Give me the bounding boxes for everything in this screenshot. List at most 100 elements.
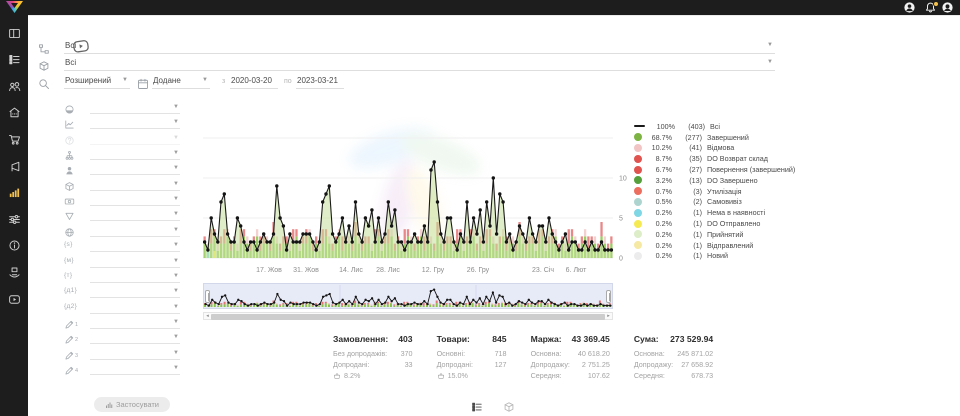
legend-item[interactable]: 0.2%(1)Прийнятий [634,229,822,240]
legend-label: Новий [707,251,728,260]
legend-count: (277) [676,133,702,142]
sidebar-item-info-icon[interactable] [0,237,28,255]
legend-percent: 0.2% [646,241,672,250]
legend-item[interactable]: 100%(403)Всі [634,121,822,132]
legend-percent: 0.2% [646,230,672,239]
side-filter-select[interactable]: ▼ [90,163,180,175]
stat-value: 403 [398,334,412,344]
legend-dot-swatch [634,209,642,217]
sidebar-item-dashboard-icon[interactable] [0,24,28,42]
chevron-down-icon: ▼ [173,119,179,125]
side-filter-select[interactable]: ▼ [90,194,180,206]
legend-label: Прийнятий [707,230,743,239]
legend-item[interactable]: 0.7%(3)Утилізація [634,186,822,197]
side-filter-row: ▼ [64,225,182,239]
apply-button[interactable]: Застосувати [94,397,170,412]
main-content: Всі ▼ Всі ▼ Розширений ▼ Додане ▼ з 2020… [28,15,960,416]
search-mode-value: Розширений [65,76,111,85]
bell-icon[interactable] [924,1,937,14]
search-mode-select[interactable]: Розширений ▼ [64,74,130,89]
legend-item[interactable]: 0.2%(1)Нема в наявності [634,207,822,218]
orders-timeline-chart[interactable]: 105017. Жов31. Жов14. Лис28. Лис12. Гру2… [203,112,635,280]
side-filter-row: ▼ [64,209,182,223]
stat-sublabel: Допродажу: [634,359,673,370]
side-filter-select[interactable]: ▼ [90,317,180,329]
side-filter-select[interactable]: ▼ [90,240,180,252]
product-cube-icon [38,59,50,71]
side-filter-select[interactable]: ▼ [90,256,180,268]
chart-brush[interactable] [203,283,613,309]
scroll-right-arrow[interactable]: ▸ [605,313,612,320]
scrollbar-thumb[interactable] [211,314,605,320]
chart-hscrollbar[interactable]: ◂ ▸ [203,312,613,320]
pencil-icon [64,332,75,343]
product-filter-select[interactable]: Всі ▼ [64,56,775,71]
scroll-left-arrow[interactable]: ◂ [204,313,211,320]
date-field-select[interactable]: Додане ▼ [152,74,210,89]
sidebar-item-orders-icon[interactable] [0,51,28,69]
side-filter-select[interactable]: ▼ [90,179,180,191]
search-icon[interactable] [38,77,50,89]
side-filter-select[interactable]: ▼ [90,348,180,360]
side-filter-select[interactable]: ▼ [90,148,180,160]
summary-stats: Замовлення:403Без допродажів:370Допродан… [333,334,713,381]
legend-dot-swatch [634,198,642,206]
side-filter-select[interactable]: ▼ [90,209,180,221]
cube-toggle-icon[interactable] [503,400,515,412]
legend-dot-swatch [634,187,642,195]
legend-item[interactable]: 68.7%(277)Завершений [634,132,822,143]
brush-handle-right[interactable] [606,290,611,303]
chevron-down-icon: ▼ [173,273,179,279]
avatar-icon[interactable] [903,1,916,14]
category-tree-icon [38,42,50,54]
side-filter-select[interactable]: ▼ [90,332,180,344]
stat-subvalue: 107.62 [588,370,610,381]
date-from-input[interactable]: 2020-03-20 [230,74,278,89]
side-filter-select[interactable]: ▼ [90,133,180,145]
side-filter-select[interactable]: ▼ [90,363,180,375]
trend-icon [64,117,75,128]
side-filter-row: ▼ [64,102,182,116]
legend-item[interactable]: 0.2%(1)Новий [634,251,822,262]
banknote-icon [64,194,75,205]
side-filter-select[interactable]: ▼ [90,286,180,298]
sidebar-item-cart-icon[interactable] [0,130,28,148]
chevron-down-icon: ▼ [173,350,179,356]
side-filter-select[interactable]: ▼ [90,102,180,114]
sidebar-item-partners-icon[interactable] [0,263,28,281]
legend-percent: 6.7% [646,165,672,174]
legend-count: (41) [676,143,702,152]
legend-dot-swatch [634,155,642,163]
legend-percent: 0.2% [646,251,672,260]
list-toggle-icon[interactable] [471,400,483,412]
legend-item[interactable]: 10.2%(41)Відмова [634,143,822,154]
category-filter-select[interactable]: Всі ▼ [64,39,775,54]
legend-item[interactable]: 3.2%(13)DO Завершено [634,175,822,186]
legend-item[interactable]: 0.2%(1)Відправлений [634,240,822,251]
date-from-label: з [222,78,225,85]
sidebar-item-tutorials-icon[interactable] [0,290,28,308]
sidebar-item-analytics-icon[interactable] [0,184,28,202]
account-icon[interactable] [941,1,954,14]
legend-item[interactable]: 6.7%(27)Повернення (завершений) [634,164,822,175]
person-icon [64,163,75,174]
side-filter-select[interactable]: ▼ [90,225,180,237]
stat-subvalue: 678.73 [691,370,713,381]
pencil-icon [64,317,75,328]
pencil-index-label: 4 [75,368,78,374]
legend-item[interactable]: 0.5%(2)Самовивіз [634,197,822,208]
side-filter-select[interactable]: ▼ [90,302,180,314]
sidebar-item-marketing-icon[interactable] [0,157,28,175]
sidebar-item-customers-icon[interactable] [0,77,28,95]
legend-item[interactable]: 8.7%(35)DO Возврат склад [634,153,822,164]
date-to-input[interactable]: 2023-03-21 [296,74,344,89]
sidebar-item-sliders-icon[interactable] [0,210,28,228]
legend-item[interactable]: 0.2%(1)DO Отправлено [634,218,822,229]
brush-handle-left[interactable] [205,290,210,303]
side-filter-select[interactable]: ▼ [90,271,180,283]
sidebar-item-store-icon[interactable] [0,104,28,122]
side-filter-row: ▼ [64,133,182,147]
side-filter-select[interactable]: ▼ [90,117,180,129]
calendar-icon[interactable] [137,77,149,89]
stat-subvalue: 127 [495,359,507,370]
